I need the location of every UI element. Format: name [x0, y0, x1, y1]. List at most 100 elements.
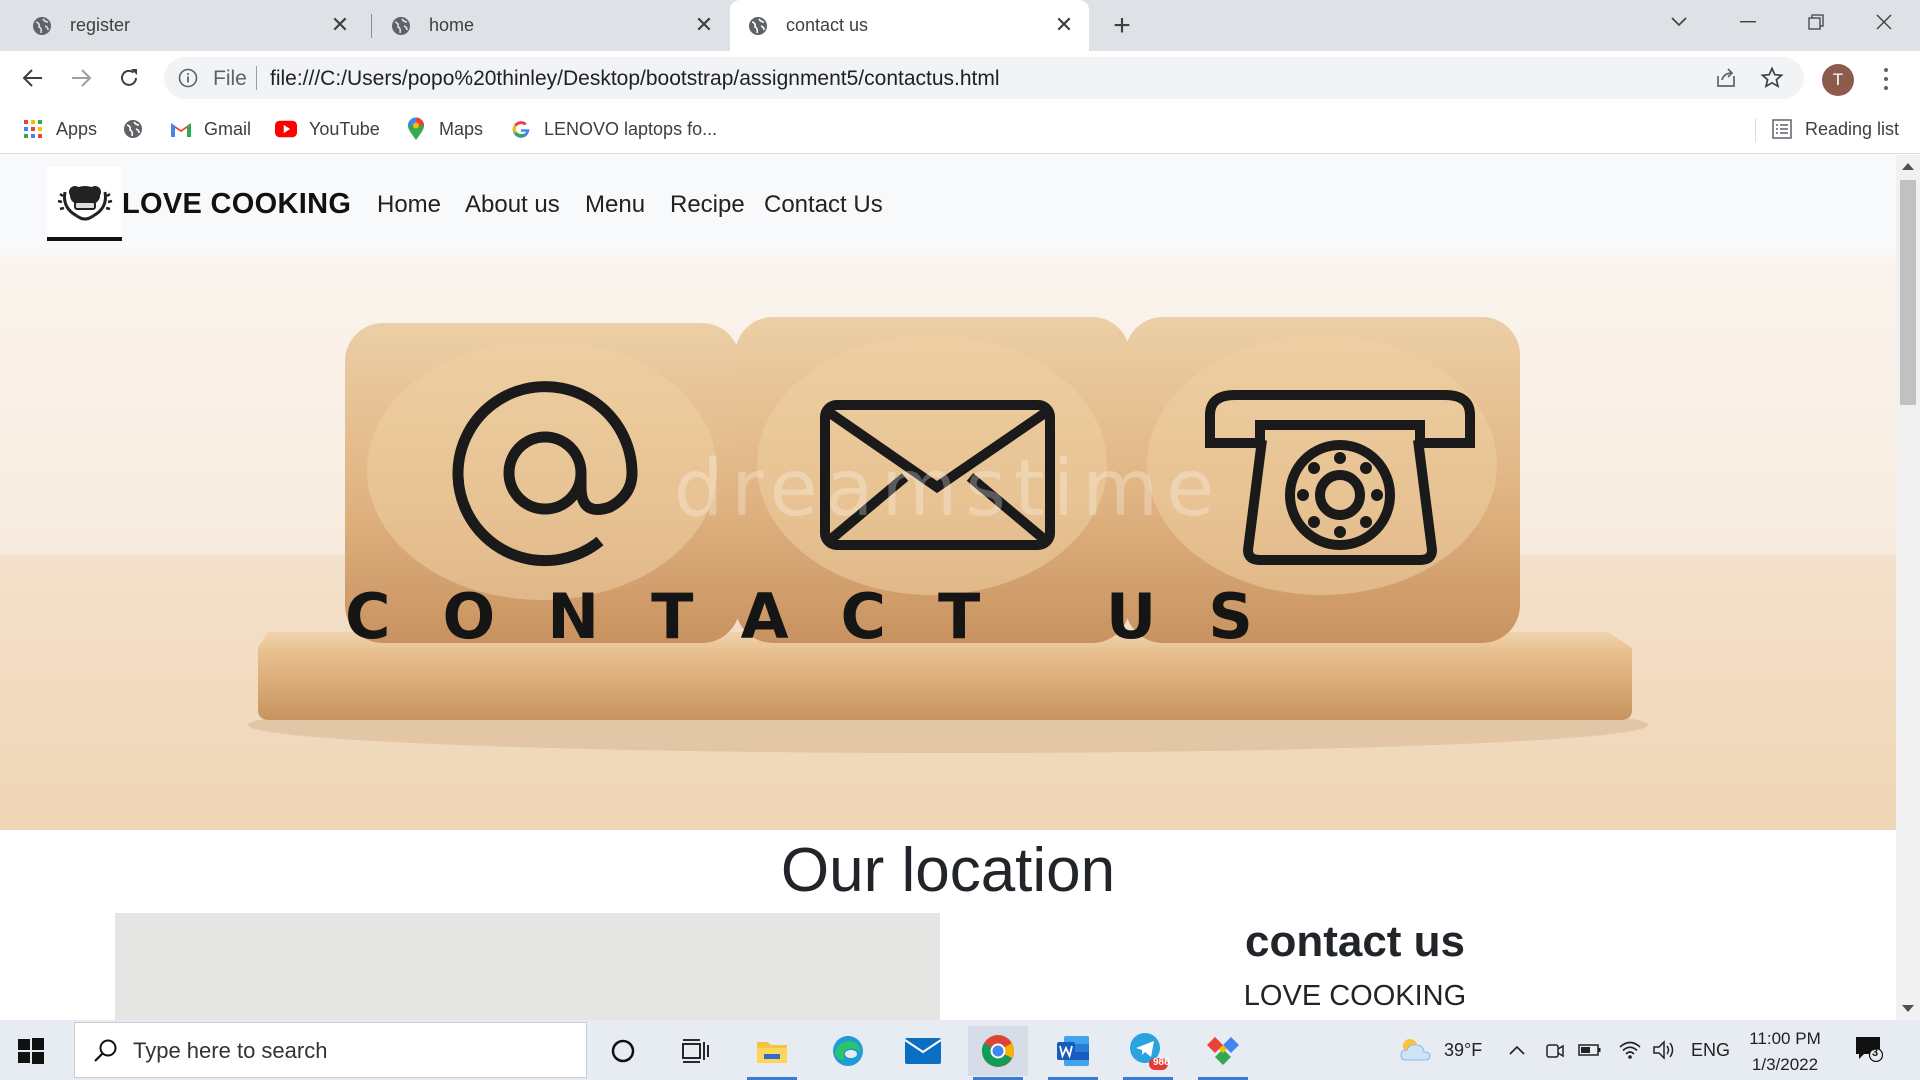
weather-cloud-sun-icon: [1400, 1039, 1431, 1061]
bookmark-label: Gmail: [204, 118, 252, 139]
info-icon[interactable]: [178, 68, 198, 88]
forward-button[interactable]: [64, 61, 98, 95]
tab-strip: register ✕ home ✕ contact us ✕ +: [0, 0, 1920, 51]
file-explorer-button[interactable]: [742, 1026, 802, 1080]
chevron-up-icon: [1509, 1045, 1525, 1055]
scroll-up-icon[interactable]: [1902, 163, 1914, 170]
search-placeholder: Type here to search: [133, 1038, 328, 1063]
maps-pin-icon: [405, 117, 427, 140]
scrollbar-thumb[interactable]: [1900, 180, 1916, 405]
task-view-button[interactable]: [666, 1026, 726, 1076]
battery-icon[interactable]: [1578, 1020, 1602, 1080]
bookmark-star-icon[interactable]: [1760, 66, 1784, 90]
hero-banner: dreamstime CONTACT US: [0, 255, 1896, 830]
bookmark-lenovo[interactable]: LENOVO laptops fo...: [510, 116, 717, 142]
scheme-label: File: [213, 67, 247, 90]
close-tab-icon[interactable]: ✕: [693, 12, 715, 37]
profile-avatar[interactable]: T: [1822, 64, 1854, 96]
new-tab-button[interactable]: +: [1106, 9, 1138, 42]
gmail-icon: [170, 118, 192, 140]
clock-time: 11:00 PM: [1749, 1029, 1821, 1048]
notification-center-button[interactable]: 3: [1855, 1036, 1884, 1063]
tab-home[interactable]: home ✕: [371, 0, 729, 51]
divider: [256, 66, 257, 90]
close-tab-icon[interactable]: ✕: [1053, 12, 1075, 37]
chrome-button[interactable]: [968, 1026, 1028, 1080]
globe-icon: [749, 16, 767, 35]
show-hidden-icons[interactable]: [1508, 1020, 1526, 1080]
mail-button[interactable]: [893, 1026, 953, 1076]
reload-icon: [121, 69, 137, 86]
bookmark-apps[interactable]: Apps: [22, 116, 97, 142]
diamond-app-icon: [1207, 1037, 1239, 1065]
page-viewport: LOVE COOKING Home About us Menu Recipe C…: [0, 155, 1896, 1020]
page-scrollbar[interactable]: [1896, 155, 1920, 1020]
browser-menu-button[interactable]: [1876, 65, 1896, 93]
word-icon: [1057, 1036, 1089, 1066]
restore-button[interactable]: [1782, 0, 1850, 44]
nav-contact-us[interactable]: Contact Us: [764, 191, 883, 219]
weather-widget[interactable]: 39°F: [1398, 1020, 1482, 1080]
word-button[interactable]: [1043, 1026, 1103, 1080]
reading-list-icon: [1771, 118, 1793, 140]
nav-about-us[interactable]: About us: [465, 191, 560, 219]
tab-title: register: [70, 15, 131, 35]
our-location-heading: Our location: [780, 836, 1116, 905]
bookmark-youtube[interactable]: YouTube: [275, 116, 380, 142]
address-bar[interactable]: File file:///C:/Users/popo%20thinley/Des…: [164, 57, 1804, 99]
minimize-button[interactable]: [1714, 0, 1782, 44]
notification-icon: [1856, 1037, 1884, 1063]
mail-icon: [905, 1038, 941, 1064]
reload-button[interactable]: [112, 61, 146, 95]
volume-icon[interactable]: [1652, 1020, 1676, 1080]
bookmark-label: LENOVO laptops fo...: [544, 118, 718, 139]
close-tab-icon[interactable]: ✕: [329, 12, 351, 37]
nav-recipe[interactable]: Recipe: [670, 191, 745, 219]
reading-list-button[interactable]: Reading list: [1771, 116, 1899, 142]
folder-icon: [757, 1042, 787, 1063]
brand-name[interactable]: LOVE COOKING: [122, 188, 351, 221]
google-icon: [510, 118, 532, 140]
telegram-button[interactable]: 986: [1118, 1026, 1178, 1080]
chevron-down-icon: [1671, 17, 1687, 27]
meet-now-icon[interactable]: [1545, 1020, 1565, 1080]
site-navbar: LOVE COOKING Home About us Menu Recipe C…: [0, 155, 1896, 255]
edge-button[interactable]: [818, 1026, 878, 1076]
bookmark-gmail[interactable]: Gmail: [170, 116, 251, 142]
bookmark-label: Maps: [439, 118, 484, 139]
app-button[interactable]: [1193, 1026, 1253, 1080]
watermark-text: dreamstime: [674, 444, 1223, 534]
reading-list-label: Reading list: [1805, 118, 1900, 139]
cortana-button[interactable]: [593, 1026, 653, 1076]
chef-hat-logo-icon[interactable]: [47, 167, 122, 237]
nav-home[interactable]: Home: [377, 191, 441, 219]
tab-contact-us[interactable]: contact us ✕: [730, 0, 1089, 51]
tab-search-button[interactable]: [1645, 0, 1713, 44]
url-text[interactable]: file:///C:/Users/popo%20thinley/Desktop/…: [270, 67, 1000, 91]
scroll-down-icon[interactable]: [1902, 1005, 1914, 1012]
nav-menu[interactable]: Menu: [585, 191, 645, 219]
bookmark-label: Apps: [56, 118, 98, 139]
globe-icon: [392, 16, 410, 35]
share-icon[interactable]: [1714, 66, 1738, 90]
windows-start-icon[interactable]: [18, 1038, 44, 1064]
back-button[interactable]: [16, 61, 50, 95]
map-embed[interactable]: [115, 913, 940, 1020]
bookmark-globe[interactable]: [122, 116, 156, 142]
close-window-button[interactable]: [1850, 0, 1918, 44]
bookmark-maps[interactable]: Maps: [405, 116, 483, 142]
wifi-icon[interactable]: [1618, 1020, 1642, 1080]
bookmark-label: YouTube: [309, 118, 380, 139]
language-indicator[interactable]: ENG: [1691, 1020, 1730, 1080]
clock-date: 1/3/2022: [1751, 1055, 1819, 1074]
contact-blocks-illustration: dreamstime: [248, 317, 1648, 753]
apps-grid-icon: [22, 118, 44, 140]
language-label: ENG: [1691, 1039, 1731, 1060]
divider: [1755, 118, 1756, 142]
youtube-icon: [275, 118, 297, 140]
taskbar-clock[interactable]: 11:00 PM 1/3/2022: [1735, 1026, 1835, 1078]
taskbar-search-box[interactable]: Type here to search: [74, 1022, 587, 1078]
browser-toolbar: File file:///C:/Users/popo%20thinley/Des…: [0, 51, 1920, 104]
tab-register[interactable]: register ✕: [0, 0, 365, 51]
windows-taskbar: Type here to search 986 39°F ENG 11:00 P…: [0, 1020, 1920, 1080]
